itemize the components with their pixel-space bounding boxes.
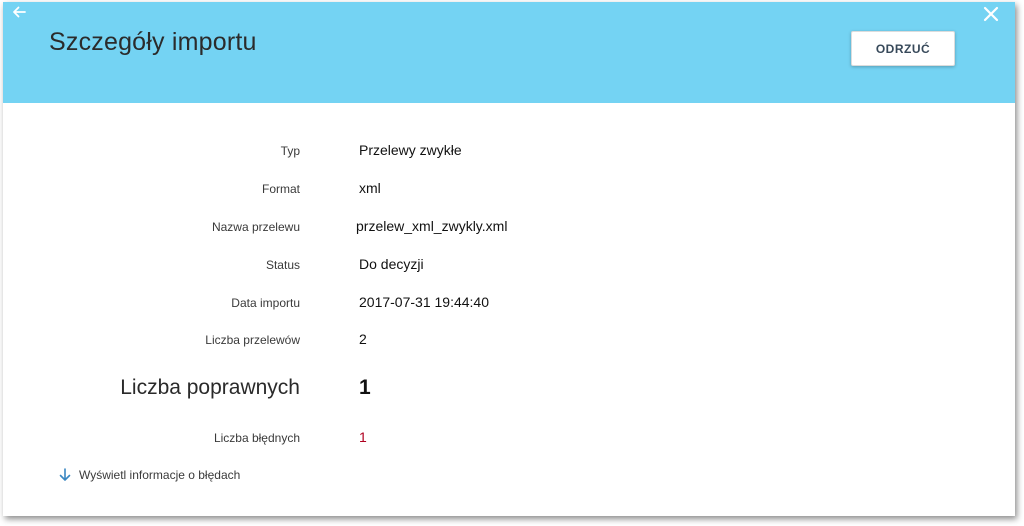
import-details-window: Szczegóły importu ODRZUĆ Typ Przelewy zw… [3, 2, 1015, 516]
invalid-value: 1 [359, 429, 367, 445]
detail-row-valid: Liczba poprawnych 1 [3, 375, 1015, 407]
detail-row-count: Liczba przelewów 2 [3, 329, 1015, 353]
date-value: 2017-07-31 19:44:40 [359, 294, 489, 310]
arrow-down-icon [59, 468, 71, 481]
type-label: Typ [280, 144, 300, 158]
name-label: Nazwa przelewu [211, 220, 300, 234]
detail-row-date: Data importu 2017-07-31 19:44:40 [3, 292, 1015, 316]
detail-row-name: Nazwa przelewu przelew_xml_zwykly.xml [3, 216, 1015, 240]
header: Szczegóły importu ODRZUĆ [3, 2, 1015, 103]
date-label: Data importu [231, 296, 300, 310]
format-label: Format [261, 182, 300, 196]
detail-row-format: Format xml [3, 178, 1015, 202]
reject-button[interactable]: ODRZUĆ [851, 31, 955, 66]
show-errors-link[interactable]: Wyświetl informacje o błędach [59, 468, 240, 482]
type-value: Przelewy zwykłe [359, 142, 462, 158]
detail-row-type: Typ Przelewy zwykłe [3, 140, 1015, 164]
detail-row-status: Status Do decyzji [3, 254, 1015, 278]
name-value: przelew_xml_zwykly.xml [356, 218, 508, 234]
page-title: Szczegóły importu [49, 28, 257, 56]
status-value: Do decyzji [359, 256, 424, 272]
close-icon[interactable] [981, 4, 1001, 24]
arrow-left-icon[interactable] [10, 3, 28, 21]
status-label: Status [265, 258, 300, 272]
invalid-label: Liczba błędnych [213, 431, 300, 445]
count-value: 2 [359, 331, 367, 347]
valid-value: 1 [359, 376, 371, 399]
show-errors-label: Wyświetl informacje o błędach [79, 468, 241, 482]
format-value: xml [359, 180, 381, 196]
count-label: Liczba przelewów [205, 333, 300, 347]
valid-label: Liczba poprawnych [120, 376, 300, 399]
detail-row-invalid: Liczba błędnych 1 [3, 427, 1015, 451]
